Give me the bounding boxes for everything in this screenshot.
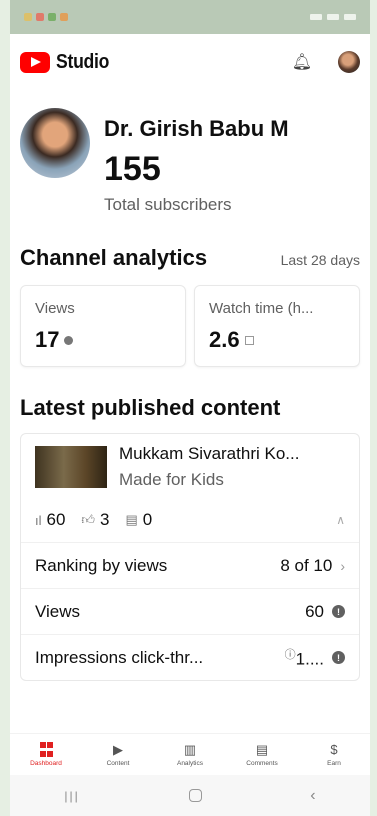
studio-logo[interactable]: Studio — [20, 51, 116, 74]
info-outline-icon: ⓘ — [284, 648, 296, 661]
ranking-row[interactable]: Ranking by views 8 of 10 › — [21, 542, 359, 588]
views-row: Views 60 ! — [21, 588, 359, 634]
check-icon — [244, 335, 254, 345]
system-nav-bar: ||| ‹ — [10, 775, 370, 816]
video-thumbnail[interactable] — [35, 446, 107, 488]
nav-label: Dashboard — [30, 760, 62, 767]
video-comments: 0 — [142, 510, 153, 529]
status-bar — [10, 0, 370, 34]
nav-comments[interactable]: ▤ Comments — [230, 742, 294, 767]
nav-content[interactable]: ▶︎ Content — [86, 742, 150, 767]
nav-dashboard[interactable]: Dashboard — [14, 742, 78, 767]
info-icon[interactable]: ! — [332, 605, 345, 618]
card-label: Views — [35, 300, 75, 317]
latest-content-card: Mukkam Sivarathri Ko... Made for Kids ıl… — [20, 433, 360, 681]
analytics-title: Channel analytics — [20, 245, 208, 270]
analytics-cards: Views 17 Watch time (h... 2.6 — [10, 271, 370, 367]
bar-chart-icon: ıl — [35, 512, 42, 528]
earn-icon: $ — [330, 742, 338, 757]
channel-profile: Dr. Girish Babu M 155 Total subscribers — [10, 90, 370, 215]
watch-time-card[interactable]: Watch time (h... 2.6 — [194, 285, 360, 367]
content-icon: ▶︎ — [113, 742, 123, 757]
video-stats: ıl 60 👍︎ 3 ▤ 0 ∧ — [21, 490, 359, 542]
analytics-icon: ▥ — [183, 742, 197, 757]
detail-value: 60 — [305, 601, 324, 621]
app-title: Studio — [56, 50, 110, 73]
views-card[interactable]: Views 17 — [20, 285, 186, 367]
nav-label: Analytics — [176, 760, 203, 767]
status-dot-icon — [64, 335, 74, 345]
card-value: 2.6 — [209, 327, 240, 352]
comments-icon: ▤ — [255, 742, 269, 757]
recent-apps-icon[interactable]: ||| — [64, 789, 79, 803]
nav-label: Content — [106, 760, 130, 767]
app-bar: Studio 🔔︎ — [10, 34, 370, 90]
notification-icon — [24, 13, 32, 21]
video-row[interactable]: Mukkam Sivarathri Ko... Made for Kids — [21, 434, 359, 490]
account-avatar[interactable] — [338, 51, 360, 73]
nav-analytics[interactable]: ▥ Analytics — [158, 742, 222, 767]
subscriber-count: 155 — [104, 150, 161, 188]
subscriber-label: Total subscribers — [104, 195, 232, 214]
chevron-right-icon: › — [340, 557, 345, 574]
bell-icon[interactable]: 🔔︎ — [292, 52, 312, 72]
nav-earn[interactable]: $ Earn — [302, 742, 366, 767]
detail-label: Impressions click-thr... — [35, 647, 204, 667]
status-bar-system — [310, 14, 356, 20]
video-likes: 3 — [100, 510, 110, 529]
wifi-icon — [327, 14, 339, 20]
channel-avatar — [20, 108, 90, 178]
video-views: 60 — [46, 510, 66, 529]
back-icon[interactable]: ‹ — [310, 787, 315, 805]
youtube-play-icon — [20, 51, 50, 73]
video-audience: Made for Kids — [119, 470, 224, 489]
notification-icon — [36, 13, 44, 21]
notification-icon — [48, 13, 56, 21]
ctr-row: Impressions click-thr... ⓘ1.... ! — [21, 634, 359, 680]
signal-icon — [310, 14, 322, 20]
card-label: Watch time (h... — [209, 300, 314, 317]
comment-icon: ▤ — [125, 512, 138, 527]
analytics-period: Last 28 days — [280, 252, 360, 268]
card-value: 17 — [35, 327, 60, 352]
analytics-header: Channel analytics Last 28 days — [10, 215, 370, 271]
notification-icon — [60, 13, 68, 21]
detail-label: Ranking by views — [35, 555, 168, 575]
dashboard-icon — [39, 742, 53, 758]
thumbs-up-icon: 👍︎ — [81, 512, 96, 527]
phone-screen: Studio 🔔︎ Dr. Girish Babu M 155 Total su… — [10, 0, 370, 816]
channel-name: Dr. Girish Babu M — [104, 116, 289, 141]
info-icon[interactable]: ! — [332, 651, 345, 664]
battery-icon — [344, 14, 356, 20]
video-title: Mukkam Sivarathri Ko... — [119, 444, 300, 463]
detail-value: 8 of 10 — [280, 555, 333, 575]
detail-label: Views — [35, 601, 81, 621]
latest-content-title: Latest published content — [20, 395, 281, 420]
home-icon[interactable] — [188, 789, 202, 802]
status-bar-notifications — [24, 13, 68, 21]
detail-value: ⓘ1.... — [284, 648, 324, 669]
chevron-up-icon[interactable]: ∧ — [336, 513, 345, 527]
nav-label: Earn — [327, 760, 341, 767]
nav-label: Comments — [246, 760, 278, 767]
bottom-nav: Dashboard ▶︎ Content ▥ Analytics ▤ Comme… — [10, 733, 370, 775]
